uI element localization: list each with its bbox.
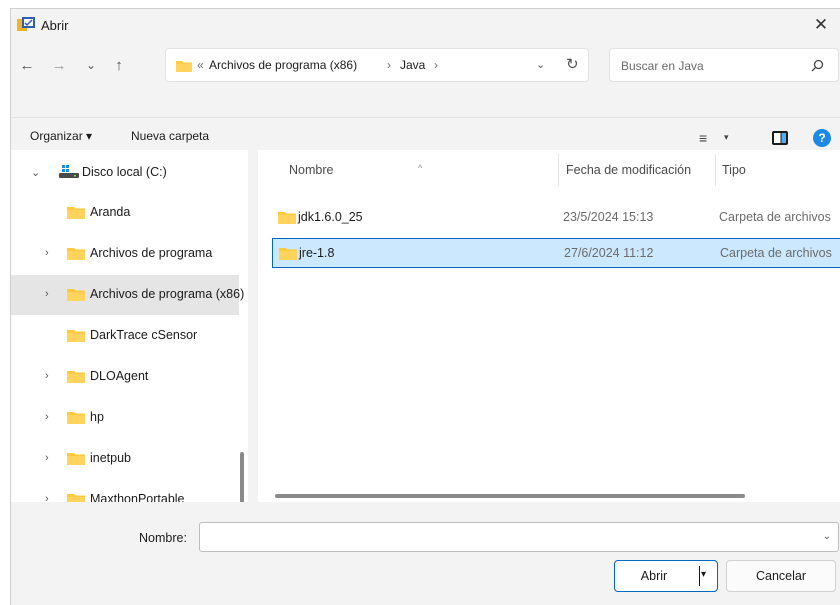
column-header-label: Fecha de modificación <box>566 163 692 177</box>
chevron-right-icon[interactable]: › <box>45 288 49 300</box>
folder-icon <box>67 412 85 424</box>
file-type: Carpeta de archivos <box>719 210 831 224</box>
new-folder-button[interactable]: Nueva carpeta <box>131 129 209 143</box>
refresh-icon[interactable]: ↻ <box>566 55 579 73</box>
divider <box>699 566 700 586</box>
open-button[interactable]: Abrir ▾ <box>614 560 718 592</box>
search-icon <box>811 59 824 72</box>
sidebar-item-local-disk[interactable]: ⌄ Disco local (C:) <box>11 153 239 193</box>
search-placeholder: Buscar en Java <box>621 59 704 73</box>
back-icon[interactable]: ← <box>17 55 37 75</box>
folder-icon <box>67 207 85 219</box>
sidebar-item-label: hp <box>90 410 104 424</box>
file-list[interactable]: Nombre ^ Fecha de modificación Tipo jdk1… <box>258 150 840 502</box>
chevron-down-icon[interactable]: ⌄ <box>536 58 545 71</box>
sidebar-item-darktrace-csensor[interactable]: DarkTrace cSensor <box>11 316 239 356</box>
sidebar-item-hp[interactable]: › hp <box>11 398 239 438</box>
sidebar-item-label: Archivos de programa <box>90 246 213 260</box>
breadcrumb-item[interactable]: Archivos de programa (x86) <box>209 58 357 72</box>
folder-icon <box>278 212 296 224</box>
folder-icon <box>67 453 85 465</box>
file-name-field[interactable]: ⌄ <box>199 522 839 552</box>
file-modified: 27/6/2024 11:12 <box>564 246 654 260</box>
help-icon[interactable]: ? <box>813 129 831 147</box>
up-icon[interactable]: ↑ <box>109 55 129 75</box>
chevron-down-icon[interactable]: ⌄ <box>823 531 831 542</box>
cancel-button[interactable]: Cancelar <box>726 560 836 592</box>
navigation-pane[interactable]: ⌄ Disco local (C:) Aranda › Archivos de … <box>11 150 248 502</box>
sidebar-item-label: Aranda <box>90 205 131 219</box>
sidebar-item-label: inetpub <box>90 451 132 465</box>
sidebar-item-label: Disco local (C:) <box>82 165 167 179</box>
file-type: Carpeta de archivos <box>720 246 832 260</box>
chevron-right-icon[interactable]: › <box>45 411 49 423</box>
column-header-label: Tipo <box>722 163 746 177</box>
folder-icon <box>67 330 85 342</box>
breadcrumb-separator-icon[interactable]: › <box>434 58 438 72</box>
breadcrumb-separator-icon[interactable]: › <box>387 58 391 72</box>
view-options-icon[interactable]: ≡ <box>699 130 707 146</box>
column-header-label: Nombre <box>289 163 334 177</box>
folder-icon <box>67 289 85 301</box>
column-header-date[interactable]: Fecha de modificación <box>559 150 715 190</box>
sidebar-item-maxthonportable[interactable]: › MaxthonPortable <box>11 480 239 502</box>
organize-button[interactable]: Organizar ▾ <box>30 129 92 143</box>
chevron-right-icon[interactable]: › <box>45 452 49 464</box>
chevron-down-icon[interactable]: ▾ <box>701 569 706 580</box>
column-header-name[interactable]: Nombre ^ <box>258 150 558 190</box>
folder-icon <box>176 61 192 72</box>
table-row[interactable]: jre-1.8 27/6/2024 11:12 Carpeta de archi… <box>272 238 840 268</box>
sidebar-item-aranda[interactable]: Aranda <box>11 193 239 233</box>
sidebar-item-archivos-de-programa[interactable]: › Archivos de programa <box>11 234 239 274</box>
horizontal-scrollbar[interactable] <box>275 494 745 498</box>
folder-icon <box>67 371 85 383</box>
sidebar-item-label: DarkTrace cSensor <box>90 328 198 342</box>
sidebar-item-dloagent[interactable]: › DLOAgent <box>11 357 239 397</box>
chevron-right-icon[interactable]: › <box>45 247 49 259</box>
chevron-down-icon[interactable]: ⌄ <box>31 166 40 179</box>
sidebar-item-inetpub[interactable]: › inetpub <box>11 439 239 479</box>
drive-icon <box>59 165 79 178</box>
app-icon <box>17 17 35 31</box>
folder-icon <box>67 494 85 502</box>
address-bar[interactable]: « Archivos de programa (x86) › Java › ⌄ <box>165 48 589 82</box>
sidebar-scrollbar[interactable] <box>240 452 244 502</box>
window-title: Abrir <box>41 18 69 33</box>
recent-locations-icon[interactable]: ⌄ <box>81 55 101 75</box>
chevron-right-icon[interactable]: › <box>45 493 49 502</box>
sidebar-item-label: MaxthonPortable <box>90 492 185 502</box>
file-name: jdk1.6.0_25 <box>298 210 363 224</box>
folder-icon <box>279 248 297 260</box>
divider <box>11 117 840 118</box>
file-name-label: Nombre: <box>139 531 187 545</box>
table-row[interactable]: jdk1.6.0_25 23/5/2024 15:13 Carpeta de a… <box>272 203 840 233</box>
forward-icon[interactable]: → <box>49 55 69 75</box>
folder-icon <box>67 248 85 260</box>
chevron-right-icon[interactable]: › <box>45 370 49 382</box>
search-input[interactable]: Buscar en Java <box>609 48 839 82</box>
sidebar-item-archivos-de-programa-x86[interactable]: › Archivos de programa (x86) <box>11 275 244 315</box>
breadcrumb-item[interactable]: Java <box>400 58 425 72</box>
preview-pane-icon[interactable] <box>772 131 788 145</box>
file-name: jre-1.8 <box>299 246 335 260</box>
sort-ascending-icon: ^ <box>418 163 423 173</box>
chevron-down-icon[interactable]: ▾ <box>724 132 729 143</box>
open-button-label: Abrir <box>640 569 668 583</box>
sidebar-item-label: DLOAgent <box>90 369 149 383</box>
title-bar: Abrir ✕ <box>11 9 840 41</box>
breadcrumb-overflow-icon[interactable]: « <box>197 58 204 72</box>
open-dialog: Abrir ✕ ← → ⌄ ↑ « Archivos de programa (… <box>10 8 840 605</box>
close-icon[interactable]: ✕ <box>801 9 840 41</box>
column-header-type[interactable]: Tipo <box>716 150 840 190</box>
navigation-bar: ← → ⌄ ↑ « Archivos de programa (x86) › J… <box>11 43 840 87</box>
sidebar-item-label: Archivos de programa (x86) <box>90 287 245 301</box>
file-modified: 23/5/2024 15:13 <box>563 210 654 224</box>
command-bar: Organizar ▾ Nueva carpeta ≡ ▾ ? <box>11 121 840 153</box>
